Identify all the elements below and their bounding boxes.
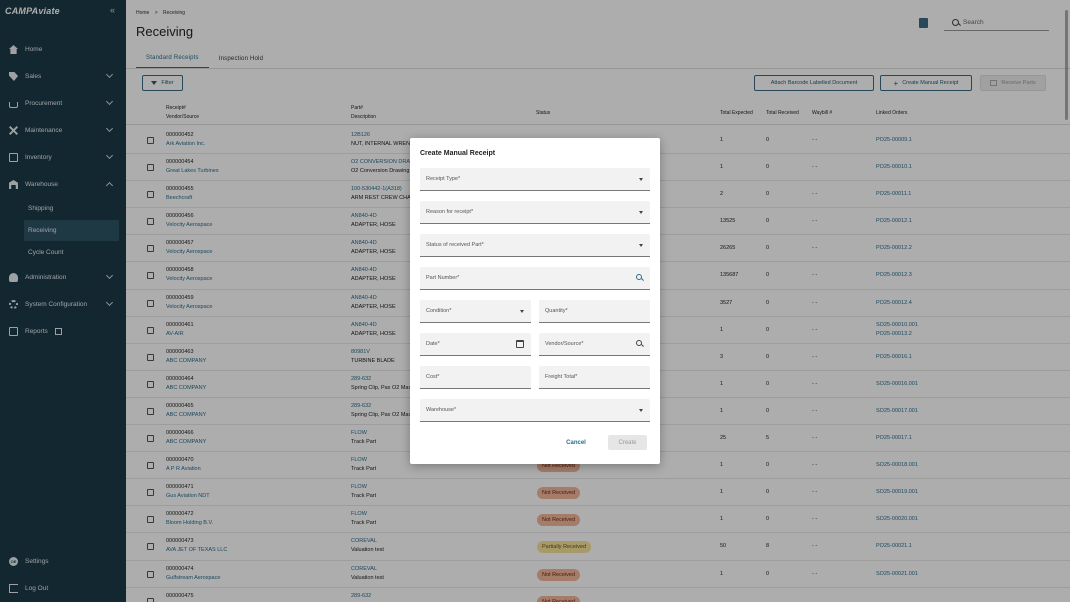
- freight-total-field[interactable]: Freight Total*: [539, 366, 650, 389]
- part-number-field[interactable]: Part Number*: [420, 267, 650, 290]
- dialog-title: Create Manual Receipt: [420, 150, 496, 157]
- dropdown-arrow-icon: [639, 409, 643, 412]
- warehouse-label: Warehouse*: [426, 407, 457, 413]
- cancel-button[interactable]: Cancel: [558, 435, 594, 450]
- warehouse-select[interactable]: Warehouse*: [420, 399, 650, 422]
- reason-select[interactable]: Reason for receipt*: [420, 201, 650, 224]
- receipt-type-select[interactable]: Receipt Type*: [420, 168, 650, 191]
- status-part-label: Status of received Part*: [426, 242, 484, 248]
- create-button[interactable]: Create: [608, 435, 647, 450]
- calendar-icon[interactable]: [516, 340, 524, 348]
- status-part-select[interactable]: Status of received Part*: [420, 234, 650, 257]
- reason-label: Reason for receipt*: [426, 209, 474, 215]
- cost-field[interactable]: Cost*: [420, 366, 531, 389]
- dropdown-arrow-icon: [639, 244, 643, 247]
- quantity-field[interactable]: Quantity*: [539, 300, 650, 323]
- quantity-label: Quantity*: [545, 308, 568, 314]
- vendor-source-field[interactable]: Vendor/Source*: [539, 333, 650, 356]
- part-number-label: Part Number*: [426, 275, 460, 281]
- cost-label: Cost*: [426, 374, 440, 380]
- search-icon[interactable]: [636, 274, 642, 280]
- dropdown-arrow-icon: [639, 211, 643, 214]
- date-field[interactable]: Date*: [420, 333, 531, 356]
- freight-label: Freight Total*: [545, 374, 578, 380]
- dropdown-arrow-icon: [639, 178, 643, 181]
- receipt-type-label: Receipt Type*: [426, 176, 461, 182]
- vendor-label: Vendor/Source*: [545, 341, 584, 347]
- date-label: Date*: [426, 341, 440, 347]
- condition-label: Condition*: [426, 308, 452, 314]
- scrollbar-thumb[interactable]: [1065, 10, 1068, 120]
- dropdown-arrow-icon: [520, 310, 524, 313]
- create-manual-receipt-dialog: Create Manual Receipt Receipt Type* Reas…: [410, 138, 660, 464]
- search-icon[interactable]: [636, 340, 642, 346]
- condition-select[interactable]: Condition*: [420, 300, 531, 323]
